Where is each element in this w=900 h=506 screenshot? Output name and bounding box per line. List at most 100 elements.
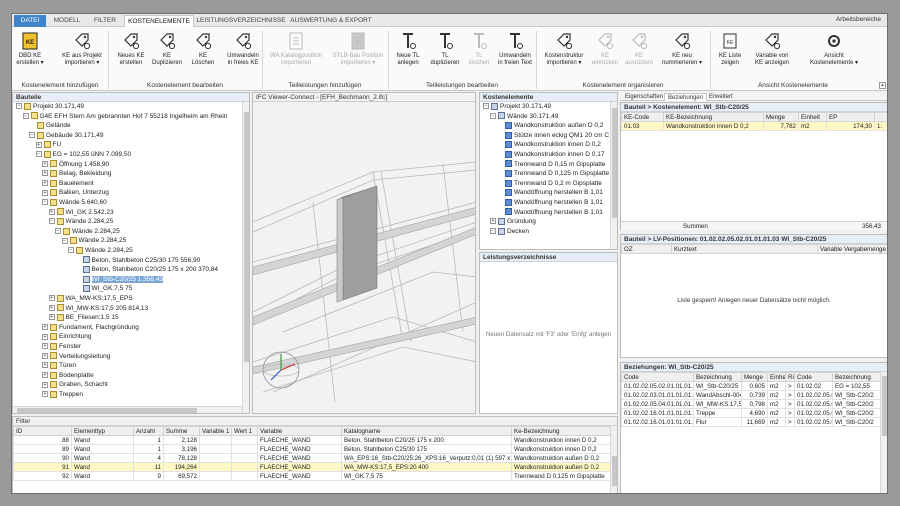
tree-node[interactable]: + Fenster [42,342,81,351]
tree-node[interactable]: Stütze innen eckig QM1 20 cm C [497,131,609,140]
ribbon-button-2[interactable]: Neues KE erstellen [114,31,148,67]
ribbon-button-17[interactable]: Variable von KE anzeigen [750,31,794,67]
table-row[interactable]: 01.02.02.05.02.01.01.01.03 WI_Stb-C20/25 0… [621,381,883,391]
tree-node[interactable]: Gelände [29,121,71,130]
tree-node[interactable]: WI_Stb-C20/25 1.356,43 [75,275,164,284]
beziehungen-scrollbar[interactable] [880,372,887,493]
column-header[interactable]: Menge [741,372,768,382]
table-row[interactable]: 01.02.02.03.01.01.01.01.01 WandAbschl-004… [621,390,883,400]
ribbon-button-6[interactable]: WA Katalogposition importieren [266,31,326,67]
table-row[interactable]: 91 Wand 11 194,264 FLAECHE_WAND WA_MW-KS:17,5… [13,462,613,472]
tree-node[interactable]: + Graben, Schacht [42,380,108,389]
tab-datei[interactable]: DATEI [14,15,46,27]
ribbon-button-0[interactable]: KE DBD KE erstellen ▾ [14,31,46,67]
column-header[interactable]: Wert 1 [231,426,258,436]
tree-node[interactable]: Trennwand D 0,2 m Gipsplatte [497,179,602,188]
tree-node[interactable]: + Bauelement [42,179,94,188]
collapse-icon[interactable]: − [22,112,29,119]
tree-node[interactable]: + Belag, Bekleidung [42,169,111,178]
tab-modell[interactable]: MODELL [48,15,86,27]
tree-node[interactable]: + Öffnung 1.458,90 [42,160,109,169]
tree-node[interactable]: + FU [35,140,61,149]
tab-auswertung-export[interactable]: AUSWERTUNG & EXPORT [288,15,374,27]
table-row[interactable]: 01.03 Wandkonstruktion innen D 0,2 7,782 m2… [621,121,887,131]
tree-node[interactable]: − Wände 2.284,25 [48,217,113,226]
expand-icon[interactable]: + [42,160,48,167]
tree-node[interactable]: − Wände 2.284,25 [68,246,133,255]
tree-node[interactable]: − Wände 2.284,25 [55,227,120,236]
ribbon-button-12[interactable]: Kostenstruktur importieren ▾ [542,31,586,67]
ribbon-button-13[interactable]: KE einrücken [590,31,620,67]
column-header[interactable]: ID [13,426,72,436]
ribbon-button-9[interactable]: TL duplizieren [430,31,460,67]
column-header[interactable]: Code [794,372,833,382]
column-header[interactable]: Bezeichnung [693,372,742,382]
collapse-icon[interactable]: − [490,112,496,119]
ribbon-button-5[interactable]: Umwandeln in freies KE [224,31,262,67]
expand-icon[interactable]: + [48,295,55,302]
column-header[interactable]: Ke-Bezeichnung [511,426,613,436]
expand-icon[interactable]: + [42,381,48,388]
collapse-icon[interactable]: − [35,151,42,158]
column-header[interactable]: Code [621,372,694,382]
tab-erweitert[interactable]: Erweitert [706,93,736,101]
tab-kostenelemente[interactable]: KOSTENELEMENTE [124,15,194,27]
tree-node[interactable]: + WI_GK 2.542,23 [48,208,114,217]
bauteile-hscrollbar[interactable] [13,406,242,413]
column-header[interactable]: Einheit [767,372,786,382]
column-header[interactable]: Bezeichnung [832,372,883,382]
ribbon-button-4[interactable]: KE Löschen [186,31,220,67]
expand-icon[interactable]: + [42,352,48,359]
ribbon-button-7[interactable]: STLB-Bau Position importieren ▾ [330,31,386,67]
expand-icon[interactable]: + [48,314,55,321]
tree-node[interactable]: + BE_Fliesen:1,5 15 [48,313,119,322]
ribbon-button-3[interactable]: KE Duplizieren [152,31,182,67]
tree-node[interactable]: − Decken [490,227,529,236]
tree-node[interactable]: Wandkonstruktion außen D 0,2 [497,121,603,130]
table-row[interactable]: 92 Wand 9 69,572 FLAECHE_WAND WI_GK:7,5 75 Tre… [13,471,613,481]
tree-node[interactable]: − Wände 2.284,25 [61,236,126,245]
column-header[interactable]: Variable 1 [199,426,232,436]
column-header[interactable]: Katalogname [341,426,512,436]
filter-scrollbar[interactable] [610,426,617,493]
tree-node[interactable]: + Balken, Unterzug [42,188,109,197]
expand-icon[interactable]: + [42,180,48,187]
ifc-3d-view[interactable] [253,102,476,414]
table-row[interactable]: 01.02.02.05.04.01.01.01.01WI_MW-KS:17,5_… [621,399,883,409]
ribbon-button-16[interactable]: KE KE Liste zeigen [714,31,746,67]
tree-node[interactable]: Wandöffnung herstellen B 1,01 [497,188,603,197]
bauteile-scrollbar[interactable] [242,102,249,413]
tree-node[interactable]: + WI_MW-KS:17,5 205 814,13 [48,304,148,313]
ribbon-button-15[interactable]: KE neu nummerieren ▾ [658,31,706,67]
expand-icon[interactable]: + [42,170,48,177]
tree-node[interactable]: + Türen [42,361,76,370]
tree-node[interactable]: + Bodenplatte [42,371,94,380]
column-header[interactable]: OZ [621,244,672,254]
tree-node[interactable]: Wandkonstruktion innen D 0,2 [497,140,601,149]
tree-node[interactable]: − Gebäude 30.171,49 [29,131,103,140]
tree-node[interactable]: Wandöffnung herstellen B 1,01 [497,198,603,207]
ribbon-collapse-icon[interactable]: ▴ [879,82,886,89]
collapse-icon[interactable]: − [68,247,74,254]
tree-node[interactable]: + Verteilungsleitung [42,352,110,361]
collapse-icon[interactable]: − [16,103,22,110]
tree-node[interactable]: − G4E EFH Stern Am gebrannten Hof 7 55218… [22,112,227,121]
table-row[interactable]: 01.02.02.16.01.01.01.01.02 Treppe 4,690 m2 >… [621,408,883,418]
table-row[interactable]: 01.02.02.16.01.01.01.01.09 Flur 11,669 m2 >0… [621,417,883,427]
ribbon-button-14[interactable]: KE ausrücken [624,31,654,67]
tree-node[interactable]: − EG = 102,55 üNN 7.099,50 [35,150,131,159]
column-header[interactable]: Kurztext [671,244,818,254]
column-header[interactable]: Einheit [798,112,827,122]
ribbon-button-18[interactable]: Ansicht Kostenelemente ▾ [798,31,870,67]
collapse-icon[interactable]: − [55,228,61,235]
collapse-icon[interactable]: − [483,103,489,110]
expand-icon[interactable]: + [48,208,55,215]
ribbon-button-1[interactable]: KE aus Projekt importieren ▾ [60,31,104,67]
workspace-menu[interactable]: Arbeitsbereiche [836,16,881,23]
collapse-icon[interactable]: − [42,199,48,206]
collapse-icon[interactable]: − [61,237,68,244]
column-header[interactable]: KE-Code [621,112,664,122]
expand-icon[interactable]: + [42,189,48,196]
column-header[interactable]: Menge [763,112,799,122]
tree-node[interactable]: + Treppen [42,390,83,399]
